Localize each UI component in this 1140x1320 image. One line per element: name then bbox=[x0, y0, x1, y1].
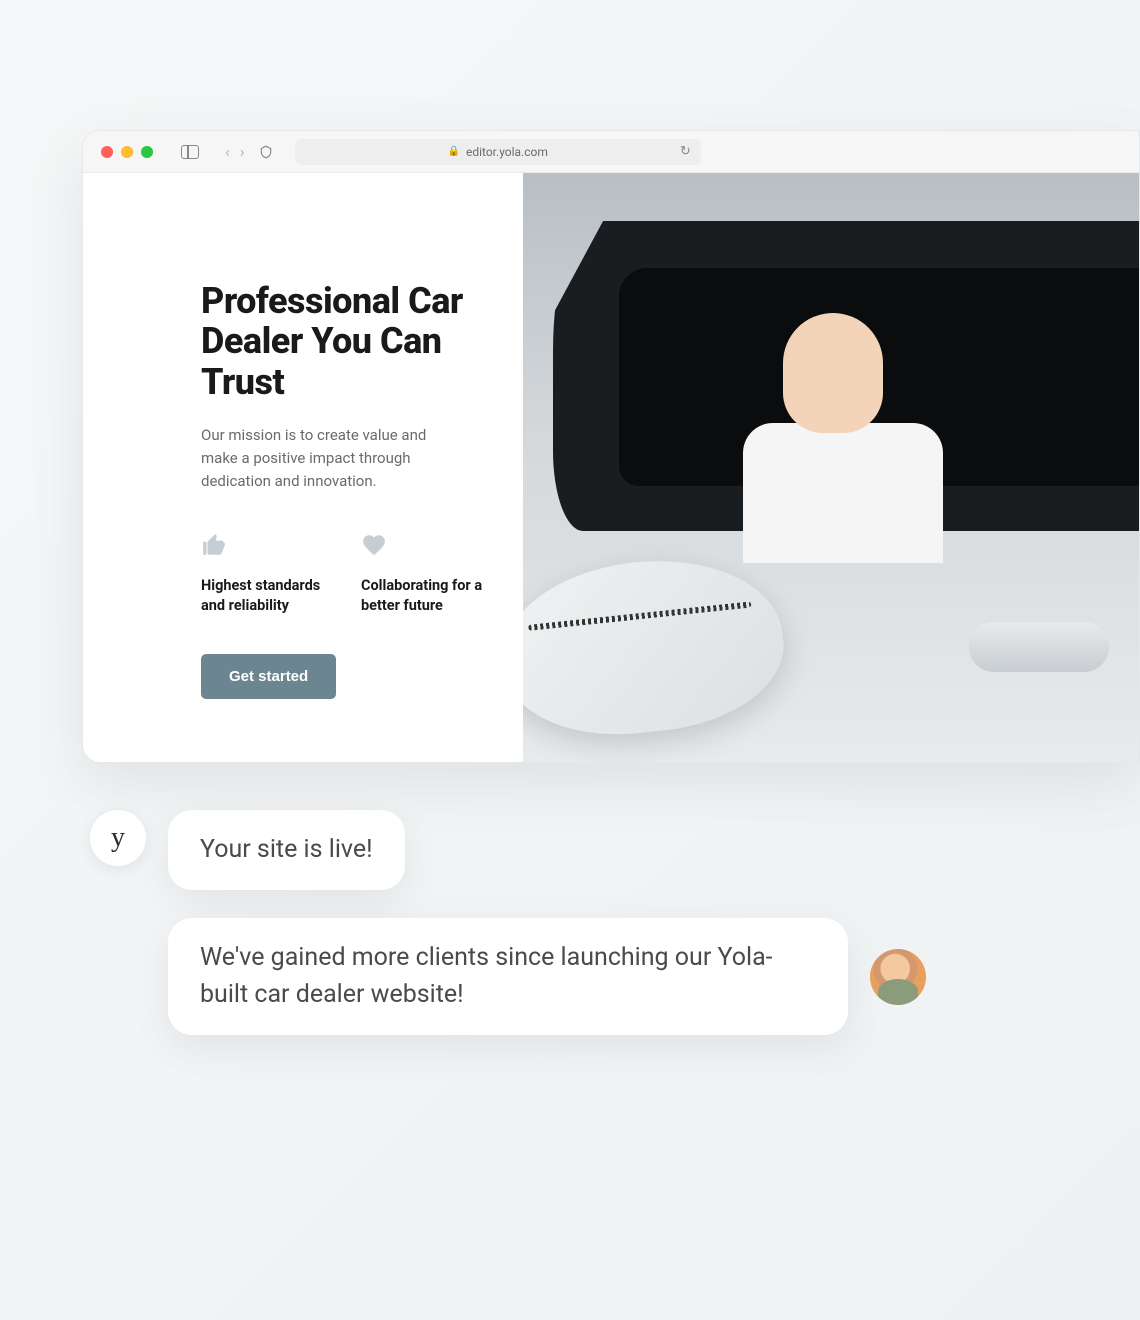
hero-description: Our mission is to create value and make … bbox=[201, 424, 461, 494]
address-bar[interactable]: 🔒 editor.yola.com ↻ bbox=[295, 139, 701, 165]
heart-icon bbox=[361, 532, 387, 558]
refresh-icon[interactable]: ↻ bbox=[680, 144, 691, 159]
nav-arrows: ‹ › bbox=[225, 142, 245, 161]
minimize-window-button[interactable] bbox=[121, 146, 133, 158]
maximize-window-button[interactable] bbox=[141, 146, 153, 158]
close-window-button[interactable] bbox=[101, 146, 113, 158]
privacy-shield-icon[interactable] bbox=[259, 144, 273, 160]
user-avatar bbox=[870, 949, 926, 1005]
thumbs-up-icon bbox=[201, 532, 227, 558]
feature-text: Collaborating for a better future bbox=[361, 576, 493, 617]
page-content: Professional Car Dealer You Can Trust Ou… bbox=[83, 173, 1139, 762]
forward-button[interactable]: › bbox=[240, 142, 245, 161]
browser-toolbar: ‹ › 🔒 editor.yola.com ↻ bbox=[83, 131, 1139, 173]
browser-window: ‹ › 🔒 editor.yola.com ↻ Professional Car… bbox=[82, 130, 1140, 763]
bot-avatar-letter: y bbox=[111, 822, 125, 854]
chat-bubble: We've gained more clients since launchin… bbox=[168, 918, 848, 1035]
sidebar-toggle-icon[interactable] bbox=[181, 145, 199, 159]
feature-text: Highest standards and reliability bbox=[201, 576, 333, 617]
window-controls bbox=[101, 146, 153, 158]
car-scene-illustration bbox=[523, 173, 1139, 762]
chat-message-user: We've gained more clients since launchin… bbox=[90, 918, 1050, 1035]
features-row: Highest standards and reliability Collab… bbox=[201, 532, 493, 617]
chat-message-bot: y Your site is live! bbox=[90, 810, 1050, 890]
bot-avatar: y bbox=[90, 810, 146, 866]
get-started-button[interactable]: Get started bbox=[201, 654, 336, 699]
hero-title: Professional Car Dealer You Can Trust bbox=[201, 281, 493, 402]
feature-item: Collaborating for a better future bbox=[361, 532, 493, 617]
chat-area: y Your site is live! We've gained more c… bbox=[90, 810, 1050, 1035]
url-text: editor.yola.com bbox=[466, 145, 548, 159]
feature-item: Highest standards and reliability bbox=[201, 532, 333, 617]
hero-left-column: Professional Car Dealer You Can Trust Ou… bbox=[83, 173, 523, 762]
chat-bubble: Your site is live! bbox=[168, 810, 405, 890]
back-button[interactable]: ‹ bbox=[225, 142, 230, 161]
lock-icon: 🔒 bbox=[448, 146, 460, 157]
hero-image bbox=[523, 173, 1139, 762]
